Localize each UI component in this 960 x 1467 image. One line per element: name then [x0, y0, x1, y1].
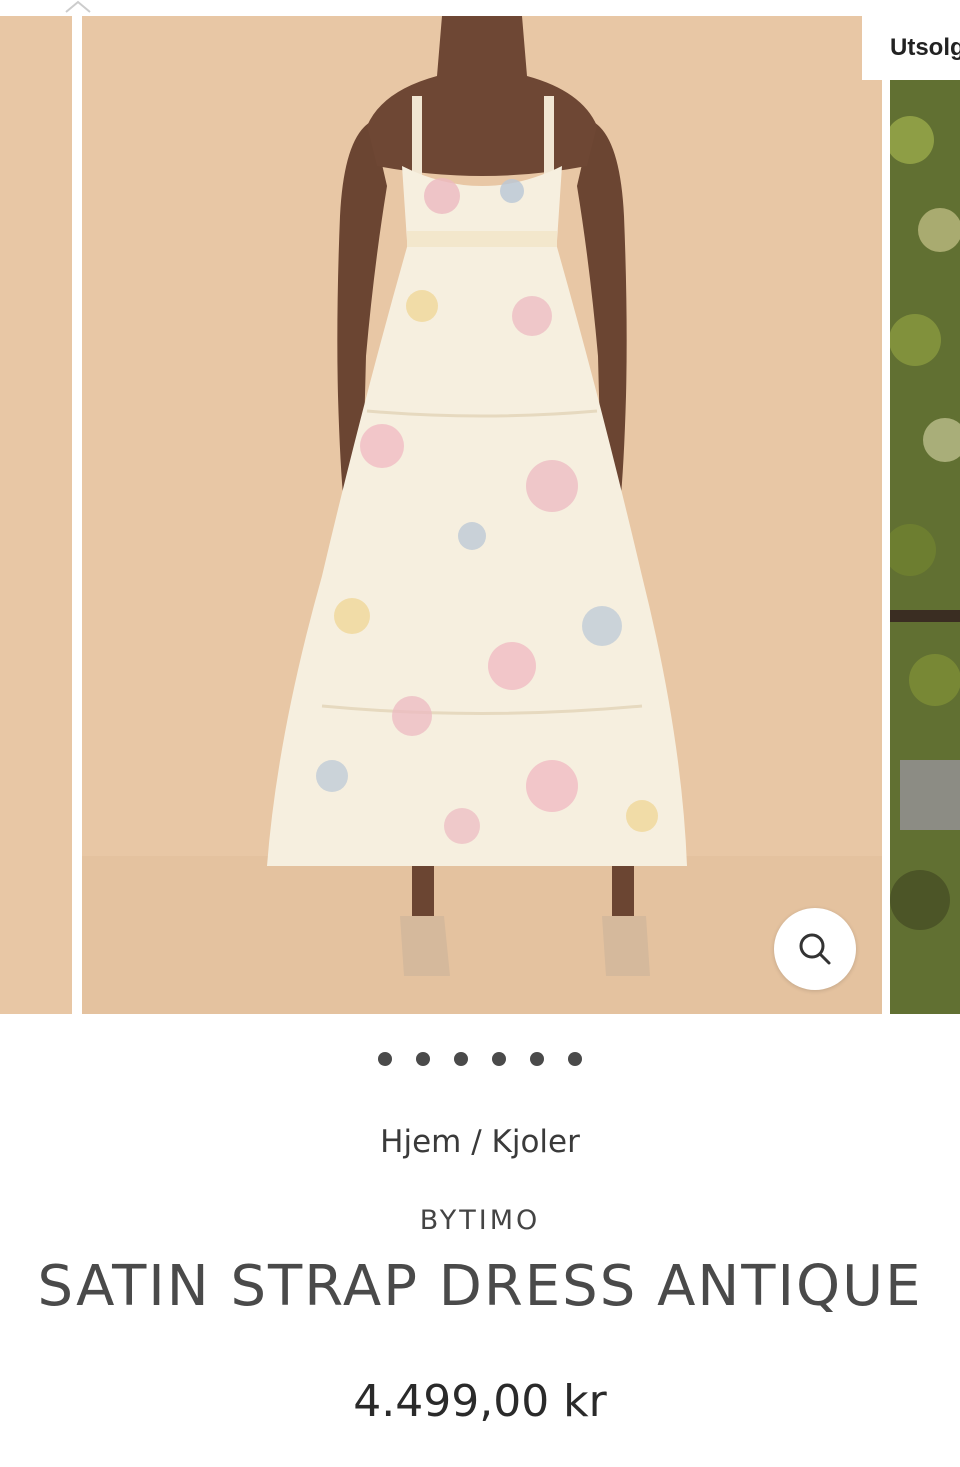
breadcrumb-home[interactable]: Hjem — [380, 1124, 461, 1160]
breadcrumb-category[interactable]: Kjoler — [492, 1124, 580, 1160]
zoom-button[interactable] — [774, 908, 856, 990]
carousel-dot[interactable] — [416, 1052, 430, 1066]
carousel-dot[interactable] — [530, 1052, 544, 1066]
product-brand[interactable]: BYTIMO — [0, 1205, 960, 1236]
carousel-dot[interactable] — [454, 1052, 468, 1066]
product-page: Utsolgt Hjem / Kjoler BYTIMO SATIN STRAP… — [0, 0, 960, 1467]
breadcrumb-separator: / — [471, 1124, 482, 1160]
carousel-dot[interactable] — [378, 1052, 392, 1066]
carousel-dot[interactable] — [492, 1052, 506, 1066]
next-slide[interactable] — [890, 80, 960, 1014]
product-image[interactable] — [82, 16, 882, 1014]
breadcrumb: Hjem / Kjoler — [0, 1124, 960, 1160]
soldout-badge-text: Utsolgt — [890, 34, 960, 61]
search-icon — [799, 933, 831, 965]
image-carousel[interactable]: Utsolgt — [0, 0, 960, 1014]
carousel-dots — [0, 1052, 960, 1068]
chevron-up-icon[interactable] — [62, 0, 94, 14]
carousel-dot[interactable] — [568, 1052, 582, 1066]
product-price: 4.499,00 kr — [353, 1376, 607, 1427]
previous-slide[interactable] — [0, 16, 72, 1014]
soldout-badge: Utsolgt — [862, 16, 960, 80]
product-title: SATIN STRAP DRESS ANTIQUE — [37, 1254, 923, 1319]
